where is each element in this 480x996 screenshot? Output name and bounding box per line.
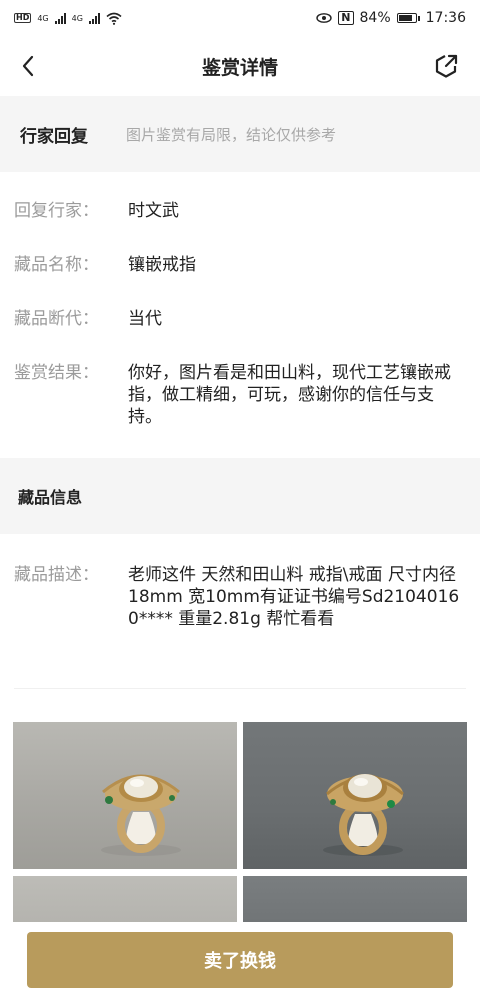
ring-image bbox=[101, 774, 181, 856]
network-type-2: 4G bbox=[71, 13, 83, 23]
network-type-1: 4G bbox=[37, 13, 49, 23]
eye-comfort-icon bbox=[316, 13, 332, 23]
field-value: 老师这件 天然和田山料 戒指\戒面 尺寸内径18mm 宽10mm有证证书编号Sd… bbox=[128, 565, 460, 629]
back-button[interactable] bbox=[12, 50, 44, 82]
status-bar: HD 4G 4G N 84% 17:36 bbox=[0, 0, 480, 36]
expert-reply-header: 行家回复 图片鉴赏有局限，结论仅供参考 bbox=[0, 96, 480, 172]
share-button[interactable] bbox=[432, 52, 460, 80]
hd-badge: HD bbox=[14, 13, 32, 23]
field-expert: 回复行家： 时文武 bbox=[14, 200, 466, 222]
field-description: 藏品描述： 老师这件 天然和田山料 戒指\戒面 尺寸内径18mm 宽10mm有证… bbox=[14, 564, 466, 630]
field-label: 鉴赏结果： bbox=[14, 363, 99, 383]
expert-reply-heading: 行家回复 bbox=[20, 126, 88, 147]
field-result: 鉴赏结果： 你好，图片看是和田山料，现代工艺镶嵌戒指，做工精细，可玩，感谢你的信… bbox=[14, 362, 466, 428]
field-value: 当代 bbox=[128, 309, 162, 329]
page-title: 鉴赏详情 bbox=[201, 56, 278, 79]
nav-bar: 鉴赏详情 bbox=[0, 36, 480, 96]
item-info-header: 藏品信息 bbox=[0, 458, 480, 534]
signal-icon bbox=[54, 12, 66, 24]
field-value: 时文武 bbox=[128, 201, 179, 221]
divider bbox=[14, 688, 466, 689]
share-icon bbox=[435, 54, 458, 78]
field-label: 藏品描述： bbox=[14, 565, 99, 585]
item-photo[interactable] bbox=[243, 722, 467, 869]
bottom-action-bar: 卖了换钱 bbox=[0, 922, 480, 996]
ring-image bbox=[323, 774, 404, 856]
battery-icon bbox=[396, 13, 420, 23]
field-dating: 藏品断代： 当代 bbox=[14, 308, 466, 330]
battery-percent: 84% bbox=[359, 10, 391, 26]
field-label: 藏品断代： bbox=[14, 309, 99, 329]
item-info-heading: 藏品信息 bbox=[18, 488, 83, 507]
sell-button[interactable]: 卖了换钱 bbox=[27, 932, 453, 988]
status-bar-right: N 84% 17:36 bbox=[316, 10, 466, 26]
signal-icon-2 bbox=[88, 12, 100, 24]
field-value: 镶嵌戒指 bbox=[128, 255, 196, 275]
field-value: 你好，图片看是和田山料，现代工艺镶嵌戒指，做工精细，可玩，感谢你的信任与支持。 bbox=[128, 363, 451, 427]
field-label: 回复行家： bbox=[14, 201, 99, 221]
disclaimer-note: 图片鉴赏有局限，结论仅供参考 bbox=[126, 125, 337, 144]
clock: 17:36 bbox=[425, 10, 466, 26]
field-label: 藏品名称： bbox=[14, 255, 99, 275]
item-photo[interactable] bbox=[13, 722, 237, 869]
wifi-icon bbox=[106, 12, 122, 25]
nfc-icon: N bbox=[338, 11, 354, 25]
chevron-left-icon bbox=[22, 55, 34, 77]
field-item-name: 藏品名称： 镶嵌戒指 bbox=[14, 254, 466, 276]
status-bar-left: HD 4G 4G bbox=[14, 12, 122, 25]
